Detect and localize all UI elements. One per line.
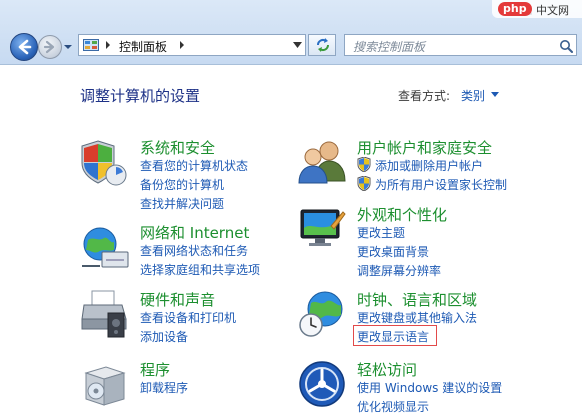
link-view-computer-status[interactable]: 查看您的计算机状态 bbox=[140, 157, 248, 174]
programs-box-icon bbox=[84, 366, 126, 406]
link-windows-suggested-settings[interactable]: 使用 Windows 建议的设置 bbox=[357, 379, 502, 396]
breadcrumb-arrow-icon[interactable] bbox=[105, 40, 111, 50]
control-panel-icon bbox=[83, 39, 99, 51]
back-arrow-icon bbox=[18, 39, 32, 55]
navigation-bar: php 中文网 控制面板 搜索控制面板 bbox=[0, 0, 582, 65]
category-title-programs[interactable]: 程序 bbox=[140, 359, 170, 380]
appearance-monitor-icon bbox=[300, 209, 346, 246]
address-bar[interactable]: 控制面板 bbox=[78, 34, 306, 56]
main-content: 调整计算机的设置 查看方式: 类别 系统和安全 查看您的计算机状态 备份您的计算… bbox=[0, 65, 582, 414]
back-button[interactable] bbox=[10, 33, 38, 61]
chevron-down-icon[interactable] bbox=[491, 92, 499, 97]
category-title-system-security[interactable]: 系统和安全 bbox=[140, 137, 215, 158]
refresh-icon bbox=[317, 38, 329, 52]
ease-of-access-icon bbox=[299, 361, 345, 407]
clock-globe-icon bbox=[299, 291, 343, 337]
link-change-desktop-background[interactable]: 更改桌面背景 bbox=[357, 243, 429, 260]
uac-shield-icon bbox=[357, 157, 371, 172]
category-title-ease-of-access[interactable]: 轻松访问 bbox=[357, 359, 417, 380]
address-dropdown-icon[interactable] bbox=[293, 42, 302, 48]
refresh-button[interactable] bbox=[308, 34, 336, 56]
link-optimize-visual-display[interactable]: 优化视频显示 bbox=[357, 398, 429, 414]
category-title-clock-language-region[interactable]: 时钟、语言和区域 bbox=[357, 289, 477, 310]
link-add-device[interactable]: 添加设备 bbox=[140, 328, 188, 345]
control-panel-window: php 中文网 控制面板 搜索控制面板 调整计算机的设置 查看方式: 类别 系统… bbox=[0, 0, 582, 414]
forward-button[interactable] bbox=[38, 35, 62, 59]
forward-arrow-icon bbox=[43, 40, 55, 54]
breadcrumb-control-panel[interactable]: 控制面板 bbox=[119, 38, 167, 55]
link-add-remove-user[interactable]: 添加或删除用户帐户 bbox=[375, 157, 483, 174]
uac-shield-icon bbox=[357, 176, 371, 191]
link-backup-computer[interactable]: 备份您的计算机 bbox=[140, 176, 224, 193]
network-globe-icon bbox=[82, 227, 129, 268]
highlight-box bbox=[353, 325, 437, 346]
recent-pages-dropdown-icon[interactable] bbox=[63, 43, 73, 51]
link-change-theme[interactable]: 更改主题 bbox=[357, 224, 405, 241]
link-view-devices-printers[interactable]: 查看设备和打印机 bbox=[140, 309, 236, 326]
breadcrumb-arrow-icon[interactable] bbox=[179, 40, 185, 50]
link-troubleshoot[interactable]: 查找并解决问题 bbox=[140, 195, 224, 212]
category-title-appearance[interactable]: 外观和个性化 bbox=[357, 204, 447, 225]
watermark: php 中文网 bbox=[492, 0, 582, 18]
users-icon bbox=[298, 141, 346, 184]
link-change-keyboard-input[interactable]: 更改键盘或其他输入法 bbox=[357, 309, 477, 326]
printer-icon bbox=[81, 290, 127, 338]
link-uninstall-program[interactable]: 卸载程序 bbox=[140, 379, 188, 396]
link-view-network-status[interactable]: 查看网络状态和任务 bbox=[140, 242, 248, 259]
view-by-dropdown[interactable]: 类别 bbox=[461, 87, 485, 104]
category-title-network-internet[interactable]: 网络和 Internet bbox=[140, 222, 249, 243]
search-icon[interactable] bbox=[559, 39, 573, 53]
link-adjust-resolution[interactable]: 调整屏幕分辨率 bbox=[357, 262, 441, 279]
search-box[interactable]: 搜索控制面板 bbox=[344, 34, 577, 56]
search-input[interactable]: 搜索控制面板 bbox=[353, 38, 425, 55]
watermark-brand: php bbox=[498, 2, 532, 16]
category-title-user-accounts[interactable]: 用户帐户和家庭安全 bbox=[357, 137, 492, 158]
link-parental-controls[interactable]: 为所有用户设置家长控制 bbox=[375, 176, 507, 193]
category-title-hardware-sound[interactable]: 硬件和声音 bbox=[140, 289, 215, 310]
watermark-text: 中文网 bbox=[536, 4, 569, 17]
system-security-shield-icon bbox=[81, 140, 127, 186]
page-title: 调整计算机的设置 bbox=[80, 87, 201, 105]
view-by-label: 查看方式: bbox=[398, 89, 451, 103]
link-homegroup-sharing[interactable]: 选择家庭组和共享选项 bbox=[140, 261, 260, 278]
